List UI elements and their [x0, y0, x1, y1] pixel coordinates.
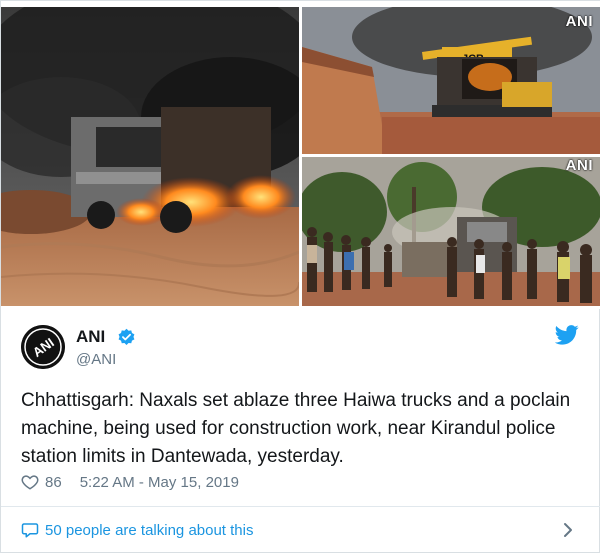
avatar[interactable]: ANI: [21, 325, 65, 369]
chevron-right-icon[interactable]: [561, 521, 575, 539]
ani-watermark-top: ANI: [565, 13, 593, 30]
photo-burning-excavator[interactable]: JCB ANI: [302, 7, 600, 154]
tweet-header: ANI ANI @ANI: [21, 323, 581, 371]
author-name[interactable]: ANI: [76, 327, 105, 347]
tweet-footer[interactable]: 50 people are talking about this: [21, 519, 581, 541]
heart-icon[interactable]: [21, 473, 39, 491]
burning-excavator-image: JCB: [302, 7, 600, 154]
photo-crowd-truck[interactable]: ANI: [302, 157, 600, 306]
twitter-bird-icon[interactable]: [555, 325, 579, 345]
ani-watermark-bottom: ANI: [565, 157, 593, 174]
crowd-truck-image: [302, 157, 600, 306]
tweet-card[interactable]: JCB ANI: [0, 0, 600, 553]
divider: [1, 506, 600, 507]
tweet-text: Chhattisgarh: Naxals set ablaze three Ha…: [21, 390, 571, 467]
author-handle[interactable]: @ANI: [76, 351, 116, 368]
burning-truck-image: [1, 7, 299, 306]
tweet-timestamp[interactable]: 5:22 AM - May 15, 2019: [80, 474, 239, 491]
verified-badge-icon: [118, 328, 135, 345]
talking-about-link[interactable]: 50 people are talking about this: [45, 522, 253, 539]
ani-logo-icon: ANI: [21, 325, 65, 369]
like-count[interactable]: 86: [45, 474, 62, 491]
tweet-meta: 86 5:22 AM - May 15, 2019: [21, 471, 239, 493]
comment-bubble-icon: [21, 523, 39, 538]
tweet-media-grid: JCB ANI: [1, 1, 600, 309]
photo-burning-truck[interactable]: [1, 7, 299, 306]
